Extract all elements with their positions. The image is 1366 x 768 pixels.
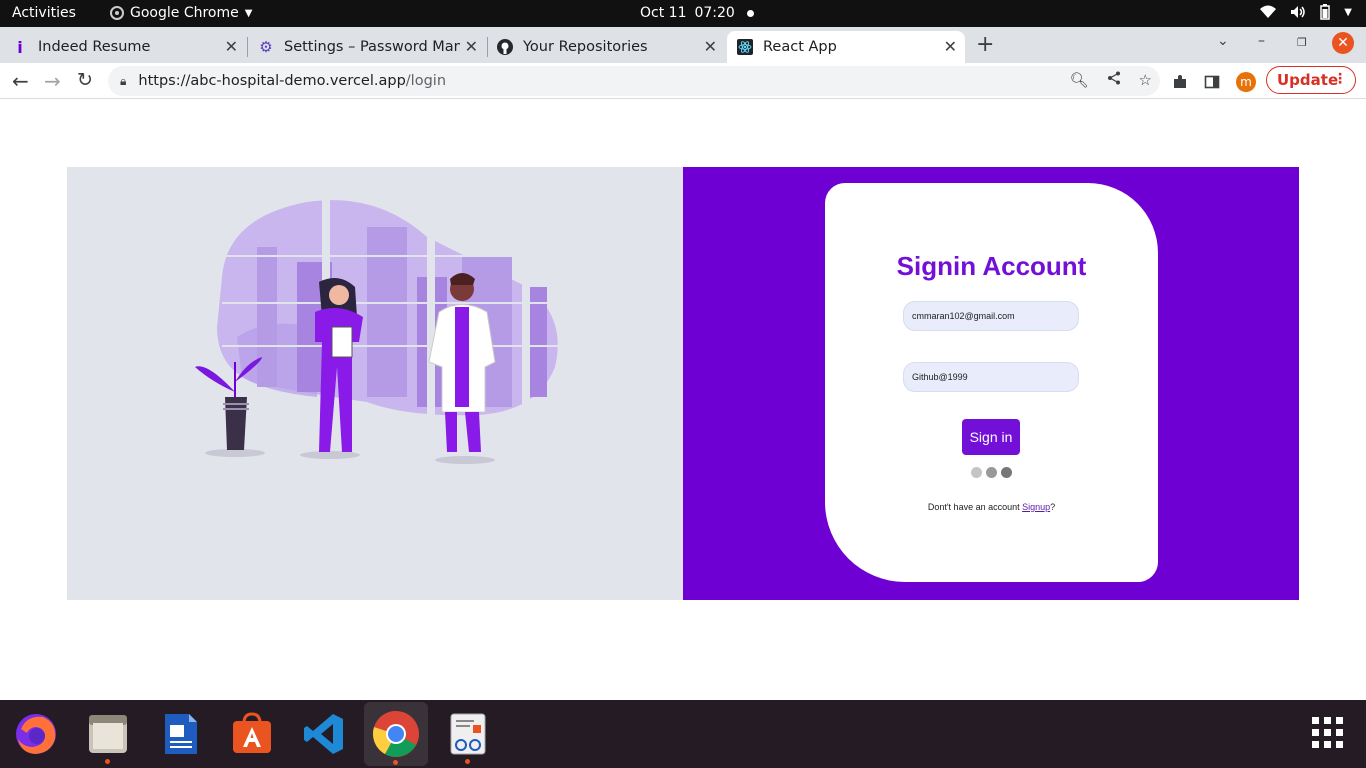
caret-down-icon: ▼ xyxy=(244,7,253,19)
illustration-panel xyxy=(67,167,683,600)
software-icon[interactable] xyxy=(226,708,278,760)
tab-settings-password[interactable]: ⚙ Settings – Password Mana ✕ xyxy=(258,31,486,63)
minimize-window-icon[interactable]: – xyxy=(1258,33,1265,49)
writer-icon[interactable] xyxy=(154,708,206,760)
running-indicator-icon xyxy=(105,759,110,764)
reload-icon[interactable]: ↻ xyxy=(77,69,93,91)
wifi-icon xyxy=(1260,5,1277,18)
zoom-icon[interactable]: 🔍︎ xyxy=(1070,71,1089,89)
signup-suffix: ? xyxy=(1050,502,1056,512)
tab-title: Your Repositories xyxy=(523,39,648,55)
github-icon xyxy=(497,39,513,55)
signin-card: Signin Account Sign in Dont't have an ac… xyxy=(825,183,1158,582)
url-path: /login xyxy=(405,73,447,89)
date-label: Oct 11 xyxy=(640,5,687,21)
app-menu-label: Google Chrome xyxy=(130,5,239,21)
close-window-icon[interactable]: ✕ xyxy=(1332,32,1354,54)
system-tray[interactable]: ▼ xyxy=(1260,4,1352,20)
share-icon[interactable] xyxy=(1107,71,1121,85)
close-tab-icon[interactable]: ✕ xyxy=(225,37,238,56)
firefox-icon[interactable] xyxy=(10,708,62,760)
close-tab-icon[interactable]: ✕ xyxy=(944,37,957,56)
notification-dot-icon xyxy=(746,9,754,17)
side-panel-icon[interactable] xyxy=(1204,74,1220,90)
indeed-icon: i xyxy=(17,37,23,57)
tab-divider xyxy=(487,37,488,57)
ubuntu-dock xyxy=(0,700,1366,768)
system-top-bar: Activities Google Chrome ▼ Oct 11 07:20 … xyxy=(0,0,1366,27)
signup-prefix: Dont't have an account xyxy=(927,502,1023,512)
files-icon[interactable] xyxy=(82,708,134,764)
signup-link[interactable]: Signup xyxy=(1022,502,1050,512)
react-icon xyxy=(737,39,753,55)
tab-title: React App xyxy=(763,39,837,55)
clock[interactable]: Oct 11 07:20 xyxy=(640,5,754,21)
kebab-menu-icon[interactable]: ⋮ xyxy=(1333,71,1347,87)
bookmark-star-icon[interactable]: ☆ xyxy=(1139,71,1152,89)
battery-icon xyxy=(1320,4,1331,20)
tab-react-app[interactable]: React App ✕ xyxy=(727,31,965,63)
password-field[interactable] xyxy=(903,362,1079,392)
forward-arrow-icon[interactable]: → xyxy=(44,69,61,93)
tab-your-repositories[interactable]: Your Repositories ✕ xyxy=(497,31,725,63)
url-host: https://abc-hospital-demo.vercel.app xyxy=(138,73,406,89)
chrome-app-icon xyxy=(110,6,124,20)
tab-search-chevron-icon[interactable]: ⌄ xyxy=(1217,33,1229,49)
tab-divider xyxy=(247,37,248,57)
new-tab-plus-icon[interactable]: + xyxy=(976,32,994,57)
tab-title: Settings – Password Mana xyxy=(284,39,460,55)
close-tab-icon[interactable]: ✕ xyxy=(465,37,478,56)
running-indicator-icon xyxy=(465,759,470,764)
tab-indeed-resume[interactable]: i Indeed Resume ✕ xyxy=(12,31,246,63)
restore-window-icon[interactable]: ❐ xyxy=(1297,36,1307,49)
running-indicator-icon xyxy=(393,760,398,765)
lock-icon[interactable]: 🔒︎ xyxy=(120,74,126,89)
email-field[interactable] xyxy=(903,301,1079,331)
chrome-icon[interactable] xyxy=(364,702,428,766)
page-content: Signin Account Sign in Dont't have an ac… xyxy=(0,100,1366,700)
browser-toolbar: ← → ↻ 🔒︎ https://abc-hospital-demo.verce… xyxy=(0,63,1366,99)
login-panel: Signin Account Sign in Dont't have an ac… xyxy=(683,167,1299,600)
tab-strip: i Indeed Resume ✕ ⚙ Settings – Password … xyxy=(0,27,1366,63)
doctors-illustration xyxy=(195,199,562,464)
show-applications-grid-icon[interactable] xyxy=(1312,717,1343,748)
app-menu[interactable]: Google Chrome ▼ xyxy=(110,5,252,21)
document-viewer-icon[interactable] xyxy=(442,708,494,764)
signin-button[interactable]: Sign in xyxy=(962,419,1020,455)
close-tab-icon[interactable]: ✕ xyxy=(704,37,717,56)
volume-icon xyxy=(1291,6,1306,18)
system-menu-caret-icon: ▼ xyxy=(1344,6,1352,18)
extensions-puzzle-icon[interactable] xyxy=(1172,74,1188,90)
update-button[interactable]: Update ⋮ xyxy=(1266,66,1356,94)
settings-gear-icon: ⚙ xyxy=(259,38,273,56)
tab-title: Indeed Resume xyxy=(38,39,151,55)
update-label: Update xyxy=(1277,71,1339,89)
loading-dots-icon xyxy=(971,467,1012,478)
address-bar[interactable]: 🔒︎ https://abc-hospital-demo.vercel.app /… xyxy=(108,66,1160,96)
vscode-icon[interactable] xyxy=(298,708,350,760)
signin-title: Signin Account xyxy=(896,251,1087,281)
activities-button[interactable]: Activities xyxy=(12,5,76,21)
back-arrow-icon[interactable]: ← xyxy=(12,69,29,93)
toolbar-actions: m xyxy=(1172,72,1256,92)
time-label: 07:20 xyxy=(694,5,735,21)
signup-prompt: Dont't have an account Signup? xyxy=(825,502,1158,512)
address-bar-actions: 🔍︎ ☆ xyxy=(1070,71,1153,89)
profile-avatar[interactable]: m xyxy=(1236,72,1256,92)
